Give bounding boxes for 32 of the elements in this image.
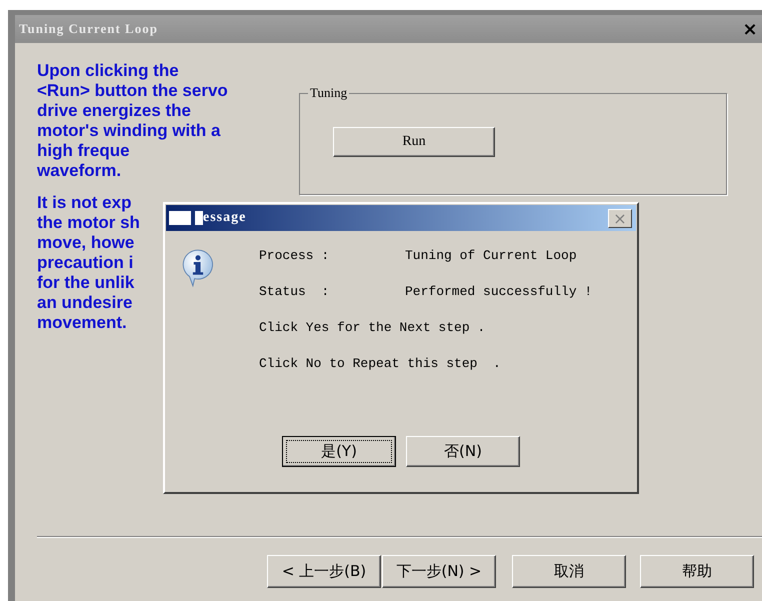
window-icon [169, 211, 191, 225]
close-button[interactable]: × [738, 18, 762, 40]
wizard-button[interactable]: 帮助 [640, 555, 754, 588]
instruction-text: It is not exp [37, 193, 132, 213]
dialog-button[interactable]: 是(Y) [282, 436, 396, 467]
message-text: Click Yes for the Next step . [259, 320, 486, 337]
instruction-text: Upon clicking the [37, 61, 179, 81]
instruction-text: <Run> button the servo [37, 81, 228, 101]
instruction-text: move, howe [37, 233, 134, 253]
field-label: Status : [259, 284, 330, 301]
instruction-text: drive energizes the [37, 101, 192, 121]
instruction-text: high freque [37, 141, 130, 161]
instruction-text: for the unlik [37, 273, 134, 293]
group-label: Tuning [308, 85, 350, 101]
cursor-block-icon [195, 211, 203, 225]
instruction-text: movement. [37, 313, 127, 333]
window-title: essage [203, 210, 246, 226]
instruction-text: an undesire [37, 293, 132, 313]
field-label: Process : [259, 248, 330, 265]
message-text: Click No to Repeat this step . [259, 356, 501, 373]
wizard-button[interactable]: 下一步(N) > [382, 555, 496, 588]
dialog-button[interactable]: 否(N) [406, 436, 520, 467]
window-title: Tuning Current Loop [18, 21, 158, 37]
instruction-text: motor's winding with a [37, 121, 220, 141]
instruction-text: the motor sh [37, 213, 140, 233]
field-value: Tuning of Current Loop [405, 248, 577, 265]
instruction-text: precaution i [37, 253, 134, 273]
instruction-text: waveform. [37, 161, 122, 181]
wizard-button[interactable]: < 上一步(B) [267, 555, 381, 588]
field-value: Performed successfully ! [405, 284, 592, 301]
wizard-button[interactable]: 取消 [512, 555, 626, 588]
run-button[interactable]: Run [333, 127, 495, 157]
